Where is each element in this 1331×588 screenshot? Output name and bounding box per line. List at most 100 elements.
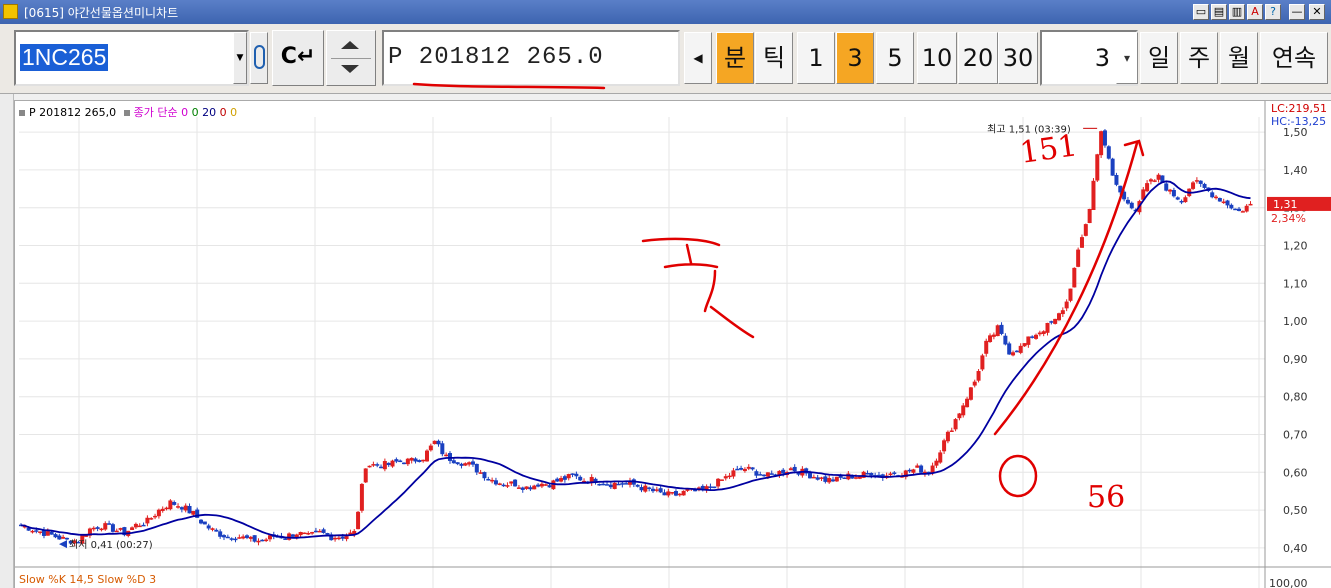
oscillator-legend: Slow %K 14,5 Slow %D 3	[19, 573, 157, 586]
lc-label: LC:219,51	[1271, 102, 1327, 115]
range-continuous-button[interactable]: 연속	[1260, 32, 1328, 84]
candle	[712, 486, 717, 489]
candle	[306, 533, 311, 535]
candle	[1198, 180, 1203, 184]
candle	[463, 463, 468, 466]
restore-layout-icon[interactable]: ▭	[1193, 4, 1209, 20]
candle	[1056, 313, 1061, 321]
period-20-button[interactable]: 20	[958, 32, 998, 84]
period-10-button[interactable]: 10	[917, 32, 957, 84]
candle	[1014, 350, 1019, 353]
candle	[827, 478, 832, 483]
candle	[118, 528, 123, 530]
arrow-up-icon[interactable]	[341, 41, 359, 49]
candle	[865, 473, 870, 475]
y-tick-label: 1,20	[1283, 240, 1308, 253]
legend-ma-param: 20	[202, 106, 217, 119]
candle	[340, 536, 345, 539]
candle	[1171, 189, 1176, 197]
candle	[750, 467, 755, 470]
candle	[145, 517, 150, 524]
candle	[107, 523, 112, 525]
search-button[interactable]	[250, 32, 268, 84]
symbol-input[interactable]: 1NC265	[14, 30, 249, 86]
count-dropdown-button[interactable]: ▾	[1116, 32, 1138, 84]
help-icon[interactable]: ?	[1265, 4, 1281, 20]
symbol-dropdown-button[interactable]: ▼	[233, 32, 247, 84]
enter-button[interactable]: C↵	[272, 30, 324, 86]
candle	[965, 398, 970, 408]
candle	[1018, 345, 1023, 353]
candle	[302, 532, 307, 535]
candle	[390, 460, 395, 467]
title-bar[interactable]: [0615] 야간선물옵션미니차트 ▭ ▤ ▥ A ? — ✕	[0, 0, 1331, 24]
candle	[459, 463, 464, 466]
candle	[394, 459, 399, 462]
contract-field[interactable]: P 201812 265.0	[382, 30, 680, 86]
candle	[1148, 179, 1153, 182]
candle	[1214, 196, 1219, 199]
chart-area[interactable]: 1,501,401,301,201,101,000,900,800,700,60…	[14, 100, 1331, 588]
candle	[1233, 208, 1238, 211]
candle	[1102, 130, 1107, 146]
count-value: 3	[1094, 44, 1110, 72]
candle	[919, 465, 924, 473]
candle	[543, 484, 548, 486]
y-tick-label: 0,50	[1283, 504, 1308, 517]
range-month-button[interactable]: 월	[1220, 32, 1258, 84]
up-down-spinner[interactable]	[326, 30, 376, 86]
legend-ma-param: 0	[230, 106, 238, 119]
range-day-button[interactable]: 일	[1140, 32, 1178, 84]
period-5-button[interactable]: 5	[876, 32, 914, 84]
candle	[597, 483, 602, 486]
candle	[739, 467, 744, 470]
candle	[61, 536, 66, 539]
legend-contract: P 201812 265,0	[29, 106, 117, 119]
grid-layout-icon[interactable]: ▤	[1211, 4, 1227, 20]
candle	[957, 413, 962, 419]
candle	[831, 479, 836, 482]
ink-circle	[998, 454, 1038, 498]
candle	[1110, 158, 1115, 176]
candle	[716, 478, 721, 487]
period-tick-button[interactable]: 틱	[755, 32, 793, 84]
candle	[842, 477, 847, 480]
y-tick-label: 1,10	[1283, 277, 1308, 290]
period-minute-button[interactable]: 분	[716, 32, 754, 84]
candle	[662, 492, 667, 496]
period-30-button[interactable]: 30	[998, 32, 1038, 84]
period-1-button[interactable]: 1	[797, 32, 835, 84]
range-week-button[interactable]: 주	[1180, 32, 1218, 84]
candle	[497, 483, 502, 485]
candle	[976, 371, 981, 381]
candle	[765, 472, 770, 477]
candle	[413, 458, 418, 462]
candle	[49, 531, 54, 535]
price-chart[interactable]: 1,501,401,301,201,101,000,900,800,700,60…	[15, 101, 1331, 588]
candle	[440, 443, 445, 455]
candle	[45, 531, 50, 536]
candle	[700, 485, 705, 489]
candle	[375, 464, 380, 466]
period-3-button[interactable]: 3	[836, 32, 874, 84]
minimize-icon[interactable]: —	[1289, 4, 1305, 20]
candle	[160, 508, 165, 511]
candle	[363, 468, 368, 483]
scroll-left-button[interactable]: ◀	[684, 32, 712, 84]
candle	[616, 483, 621, 486]
candle	[325, 533, 330, 535]
candle	[673, 491, 678, 496]
candle	[1045, 322, 1050, 333]
candle	[654, 489, 659, 491]
candle	[133, 523, 138, 528]
font-icon[interactable]: A	[1247, 4, 1263, 20]
candle	[137, 525, 142, 528]
candle	[421, 459, 426, 462]
candle	[988, 335, 993, 343]
arrow-down-icon[interactable]	[341, 65, 359, 73]
current-price-label: 1,31	[1273, 198, 1298, 211]
candle	[164, 507, 169, 510]
split-layout-icon[interactable]: ▥	[1229, 4, 1245, 20]
candle	[179, 507, 184, 510]
close-icon[interactable]: ✕	[1309, 4, 1325, 20]
